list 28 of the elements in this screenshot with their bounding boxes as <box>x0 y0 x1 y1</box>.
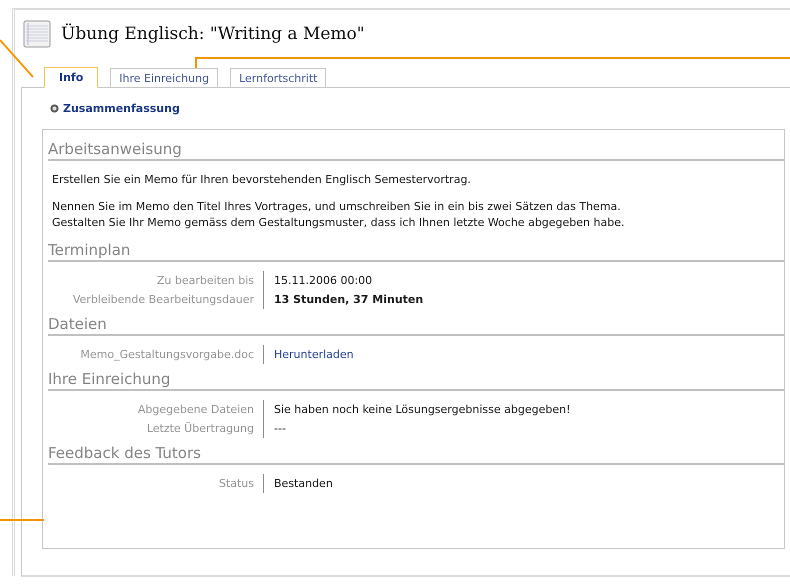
tab[interactable]: Info <box>44 67 98 88</box>
section-heading: Arbeitsanweisung <box>48 140 784 161</box>
summary-toggle[interactable]: Zusammenfassung <box>42 102 180 115</box>
section-heading: Feedback des Tutors <box>48 444 784 465</box>
tab[interactable]: Lernfortschritt <box>230 68 326 87</box>
download-link[interactable]: Herunterladen <box>264 345 784 364</box>
field-label: Zu bearbeiten bis <box>48 271 264 290</box>
document-icon <box>23 20 51 48</box>
section-heading: Dateien <box>48 315 784 336</box>
field-value: 13 Stunden, 37 Minuten <box>273 292 424 308</box>
tab[interactable]: Ihre Einreichung <box>110 68 218 87</box>
instruction-text: Nennen Sie im Memo den Titel Ihres Vortrages, und umschreiben Sie in ein bis zwei Sätzen das Thema. Gestalten Sie Ihr Memo gemäss dem Gestaltungsmuster, dass ich Ihnen letzte Woche abgegeben habe. <box>52 199 626 231</box>
instruction-text: Erstellen Sie ein Memo für Ihren bevorstehenden Englisch Semestervortrag. <box>52 172 472 188</box>
field-label: Abgegebene Dateien <box>48 400 264 419</box>
field-label: Memo_Gestaltungsvorgabe.doc <box>48 345 264 364</box>
field-label: Verbleibende Bearbeitungsdauer <box>48 290 264 309</box>
field-value: Sie haben noch keine Lösungsergebnisse abgegeben! <box>273 402 572 418</box>
leader-line <box>0 39 34 78</box>
collapse-icon <box>50 104 59 113</box>
field-value: Bestanden <box>273 476 334 492</box>
page-title: Übung Englisch: "Writing a Memo" <box>61 24 365 44</box>
section-heading: Terminplan <box>48 241 784 262</box>
field-label: Status <box>48 474 264 493</box>
field-value: 15.11.2006 00:00 <box>273 273 374 289</box>
leader-line <box>0 519 44 521</box>
field-value: --- <box>273 421 287 437</box>
field-label: Letzte Übertragung <box>48 419 264 438</box>
section-heading: Ihre Einreichung <box>48 370 784 391</box>
